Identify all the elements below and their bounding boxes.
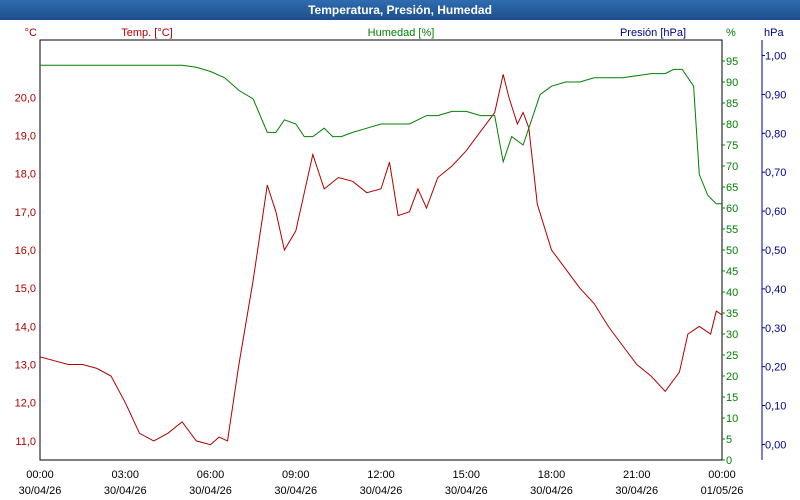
humidity-tick-label: 70: [726, 161, 738, 173]
pressure-tick-label: 0,30: [765, 323, 786, 335]
humidity-tick-label: 40: [726, 287, 738, 299]
x-tick-time: 18:00: [538, 469, 566, 481]
pressure-tick-label: 0,10: [765, 401, 786, 413]
humidity-tick-label: 90: [726, 77, 738, 89]
humidity-tick-label: 35: [726, 308, 738, 320]
temperature-axis: 11,0 12,0 13,0 14,0 15,0 16,0 17,0 18,0 19,0 20,0: [15, 92, 36, 448]
humidity-tick-label: 65: [726, 182, 738, 194]
humidity-tick-label: 20: [726, 371, 738, 383]
x-axis: 00:00 30/04/26 03:00 30/04/26 06:00 30/04/26 0…: [19, 469, 744, 497]
humidity-tick-label: 15: [726, 392, 738, 404]
humidity-tick-label: 10: [726, 413, 738, 425]
pressure-axis: 0,00 0,10 0,20 0,30 0,40 0,50 0,60 0,70 0,80 0,90…: [761, 40, 786, 460]
humidity-tick-label: 60: [726, 203, 738, 215]
temperature-tick-label: 19,0: [15, 130, 36, 142]
x-tick-time: 15:00: [452, 469, 480, 481]
x-tick-time: 03:00: [111, 469, 139, 481]
pressure-axis-label: Presión [hPa]: [620, 27, 686, 39]
temperature-tick-label: 13,0: [15, 360, 36, 372]
x-tick-time: 00:00: [708, 469, 736, 481]
x-tick-time: 21:00: [623, 469, 651, 481]
x-tick-date: 01/05/26: [701, 485, 744, 497]
humidity-tick-label: 50: [726, 245, 738, 257]
humidity-axis: 0 5 10 15 20 25 30 35 40 45 50 55 60 65 70 75 80 85 90 95: [722, 56, 738, 467]
pressure-tick-label: 0,40: [765, 284, 786, 296]
humidity-tick-label: 25: [726, 350, 738, 362]
temperature-tick-label: 14,0: [15, 321, 36, 333]
humidity-tick-label: 5: [726, 434, 732, 446]
humidity-tick-label: 30: [726, 329, 738, 341]
x-tick-time: 12:00: [367, 469, 395, 481]
humidity-tick-label: 85: [726, 98, 738, 110]
humidity-unit: %: [726, 27, 736, 39]
temperature-tick-label: 11,0: [15, 436, 36, 448]
pressure-unit: hPa: [764, 27, 784, 39]
plot-area: [39, 39, 723, 461]
pressure-tick-label: 0,20: [765, 362, 786, 374]
chart-title: Temperatura, Presión, Humedad: [0, 0, 800, 20]
humidity-axis-label: Humedad [%]: [368, 27, 435, 39]
pressure-tick-label: 0,90: [765, 89, 786, 101]
chart: 11,0 12,0 13,0 14,0 15,0 16,0 17,0 18,0 19,0 20,0…: [15, 27, 787, 497]
x-tick-date: 30/04/26: [360, 485, 403, 497]
plot-frame: [39, 39, 723, 461]
pressure-tick-label: 0,50: [765, 245, 786, 257]
x-tick-date: 30/04/26: [445, 485, 488, 497]
x-tick-date: 30/04/26: [104, 485, 147, 497]
temperature-unit: °C: [25, 27, 37, 39]
humidity-tick-label: 45: [726, 266, 738, 278]
temperature-tick-label: 15,0: [15, 283, 36, 295]
humidity-tick-label: 0: [726, 455, 732, 467]
temperature-tick-label: 12,0: [15, 398, 36, 410]
humidity-tick-label: 55: [726, 224, 738, 236]
x-tick-date: 30/04/26: [530, 485, 573, 497]
humidity-tick-label: 75: [726, 140, 738, 152]
temperature-tick-label: 17,0: [15, 207, 36, 219]
x-tick-date: 30/04/26: [274, 485, 317, 497]
pressure-tick-label: 1,00: [765, 51, 786, 63]
x-tick-time: 09:00: [282, 469, 310, 481]
pressure-tick-label: 0,00: [765, 439, 786, 451]
temperature-tick-label: 20,0: [15, 92, 36, 104]
temperature-axis-label: Temp. [°C]: [121, 27, 172, 39]
pressure-tick-label: 0,60: [765, 206, 786, 218]
temperature-tick-label: 18,0: [15, 169, 36, 181]
temperature-tick-label: 16,0: [15, 245, 36, 257]
pressure-tick-label: 0,70: [765, 167, 786, 179]
pressure-tick-label: 0,80: [765, 128, 786, 140]
humidity-tick-label: 95: [726, 56, 738, 68]
x-tick-date: 30/04/26: [615, 485, 658, 497]
x-tick-time: 06:00: [197, 469, 225, 481]
x-tick-date: 30/04/26: [19, 485, 62, 497]
humidity-tick-label: 80: [726, 119, 738, 131]
x-tick-time: 00:00: [26, 469, 54, 481]
x-tick-date: 30/04/26: [189, 485, 232, 497]
